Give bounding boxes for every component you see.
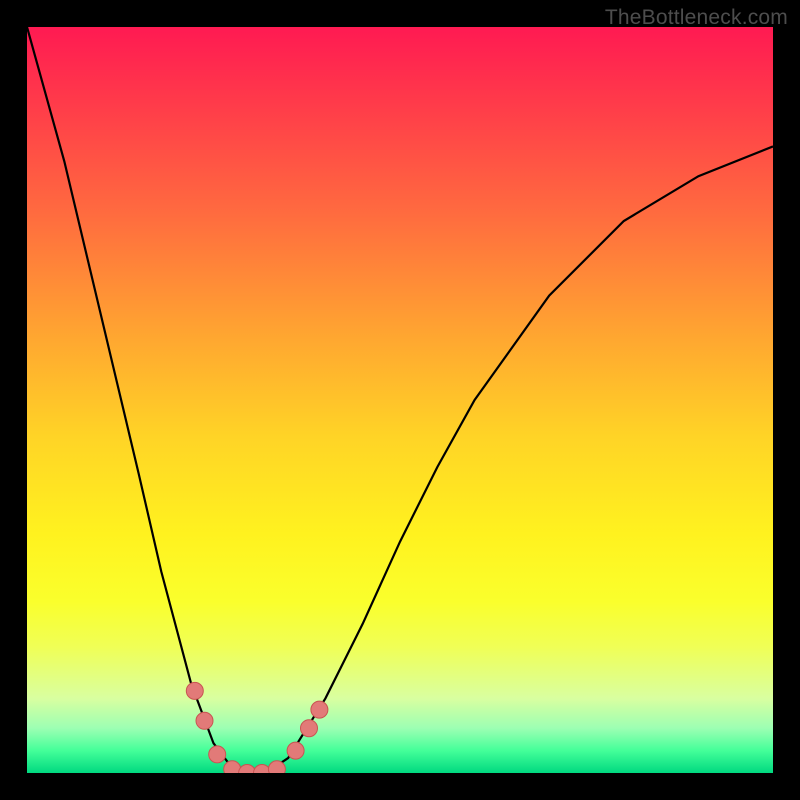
chart-plot-area xyxy=(27,27,773,773)
bottleneck-curve xyxy=(27,27,773,773)
curve-marker xyxy=(196,712,213,729)
curve-marker xyxy=(186,682,203,699)
curve-marker xyxy=(301,720,318,737)
curve-marker xyxy=(268,761,285,773)
curve-markers xyxy=(186,682,328,773)
curve-marker xyxy=(287,742,304,759)
curve-marker xyxy=(209,746,226,763)
curve-marker xyxy=(311,701,328,718)
watermark-text: TheBottleneck.com xyxy=(605,6,788,30)
bottleneck-curve-svg xyxy=(27,27,773,773)
curve-marker xyxy=(224,761,241,773)
curve-marker xyxy=(239,765,256,774)
